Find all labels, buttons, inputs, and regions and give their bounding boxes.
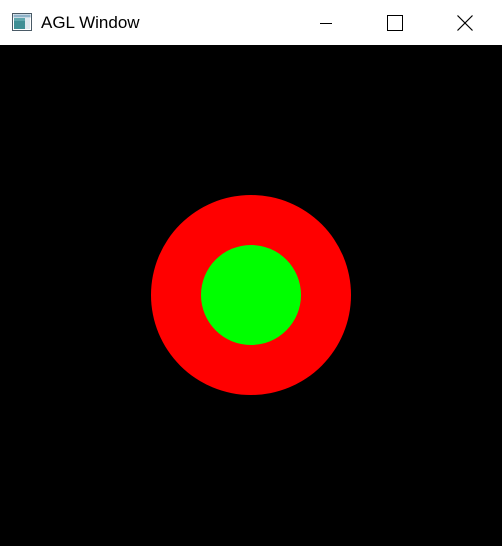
application-window-icon[interactable] <box>12 13 32 31</box>
inner-green-circle <box>201 245 301 345</box>
title-bar[interactable]: AGL Window <box>0 0 502 45</box>
maximize-icon <box>387 14 403 31</box>
render-canvas[interactable] <box>0 45 502 546</box>
agl-window: AGL Window <box>0 0 502 546</box>
minimize-button[interactable] <box>303 0 349 45</box>
close-icon <box>457 14 473 31</box>
close-button[interactable] <box>442 0 488 45</box>
maximize-button[interactable] <box>372 0 418 45</box>
minimize-icon <box>320 17 332 29</box>
window-title: AGL Window <box>41 13 140 32</box>
